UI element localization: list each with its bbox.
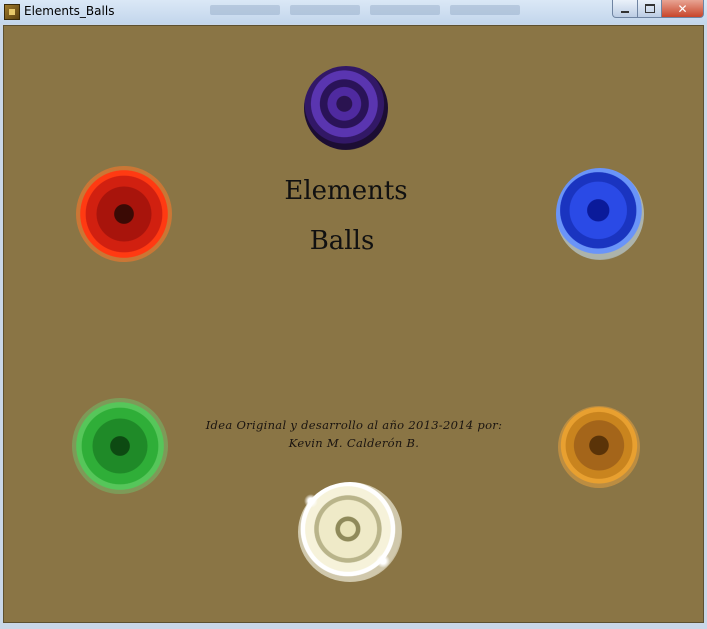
window-titlebar[interactable]: Elements_Balls ✕ — [0, 0, 707, 25]
water-element-orb[interactable] — [556, 168, 644, 260]
fire-element-orb[interactable] — [76, 166, 172, 262]
app-icon — [4, 4, 20, 20]
minimize-icon — [621, 10, 629, 13]
game-canvas[interactable]: Elements Balls Idea Original y desarroll… — [3, 25, 704, 623]
sparkle-icon — [304, 494, 318, 508]
background-taskbar-ghost — [210, 0, 610, 22]
maximize-icon — [644, 4, 655, 13]
rock-element-orb[interactable] — [558, 406, 640, 488]
close-icon: ✕ — [677, 1, 688, 16]
maximize-button[interactable] — [637, 0, 662, 18]
window-title: Elements_Balls — [24, 4, 115, 18]
close-button[interactable]: ✕ — [661, 0, 704, 18]
light-element-orb[interactable] — [298, 482, 402, 582]
sparkle-icon — [376, 554, 390, 568]
window-frame: Elements Balls Idea Original y desarroll… — [0, 24, 707, 629]
credits-text: Idea Original y desarrollo al año 2013-2… — [154, 416, 554, 452]
credits-line-1: Idea Original y desarrollo al año 2013-2… — [205, 418, 503, 432]
minimize-button[interactable] — [612, 0, 638, 18]
dark-element-orb[interactable] — [304, 66, 388, 150]
game-title-line1: Elements — [284, 176, 408, 206]
game-title-line2: Balls — [309, 226, 375, 256]
credits-line-2: Kevin M. Calderón B. — [288, 436, 420, 450]
